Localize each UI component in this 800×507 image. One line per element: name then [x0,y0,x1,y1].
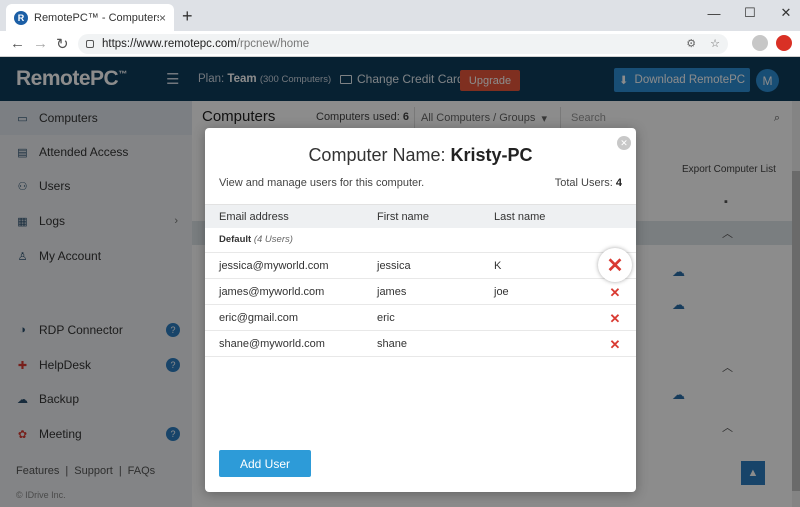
table-row: shane@myworld.com shane ✕ [205,331,636,357]
profile-icon[interactable] [752,35,768,51]
first-name-cell: jessica [377,260,411,272]
total-users: Total Users: 4 [554,177,622,189]
email-cell: james@myworld.com [219,286,325,298]
lock-icon [86,40,94,48]
forward-arrow-icon[interactable]: → [33,35,48,52]
users-table-header: Email address First name Last name [205,204,636,228]
dialog-description: View and manage users for this computer. [219,177,425,189]
email-cell: eric@gmail.com [219,312,299,324]
minimize-window-icon[interactable]: — [694,2,734,24]
column-first-name: First name [377,211,429,223]
add-user-button[interactable]: Add User [219,450,311,477]
tab-title: RemotePC™ - Computers [34,11,159,24]
close-tab-icon[interactable]: × [159,11,166,25]
browser-tab[interactable]: R RemotePC™ - Computers × [6,4,174,31]
table-row: james@myworld.com james joe ✕ [205,279,636,305]
url-input[interactable]: https://www.remotepc.com/rpcnew/home ⚙ ☆ [78,34,728,54]
delete-user-icon[interactable]: ✕ [607,311,623,327]
delete-user-icon[interactable]: ✕ [607,285,623,301]
bookmark-star-icon[interactable]: ☆ [710,37,720,50]
maximize-window-icon[interactable]: ☐ [730,2,770,24]
extension-icon[interactable] [776,35,792,51]
back-arrow-icon[interactable]: ← [10,35,25,52]
dialog-title: Computer Name: Kristy-PC [308,145,533,165]
close-window-icon[interactable]: ✕ [766,2,800,24]
table-row: jessica@myworld.com jessica K ✕ [205,248,636,282]
manage-users-dialog: ✕ Computer Name: Kristy-PC View and mana… [205,128,636,492]
remotepc-favicon-icon: R [14,10,28,25]
first-name-cell: eric [377,312,395,324]
group-row-divider [205,227,636,253]
site-settings-icon[interactable]: ⚙ [686,37,696,50]
delete-user-icon[interactable]: ✕ [598,248,632,282]
browser-address-bar: ← → ↻ https://www.remotepc.com/rpcnew/ho… [0,31,800,57]
delete-user-icon[interactable]: ✕ [607,337,623,353]
browser-tab-bar: R RemotePC™ - Computers × + — ☐ ✕ [0,0,800,31]
table-row: eric@gmail.com eric ✕ [205,305,636,331]
first-name-cell: shane [377,338,407,350]
reload-icon[interactable]: ↻ [56,35,69,53]
last-name-cell: joe [494,286,509,298]
url-text: https://www.remotepc.com/rpcnew/home [102,38,310,50]
new-tab-button[interactable]: + [182,6,193,27]
email-cell: jessica@myworld.com [219,260,329,272]
last-name-cell: K [494,260,502,272]
email-cell: shane@myworld.com [219,338,325,350]
first-name-cell: james [377,286,407,298]
column-last-name: Last name [494,211,546,223]
column-email: Email address [219,211,289,223]
